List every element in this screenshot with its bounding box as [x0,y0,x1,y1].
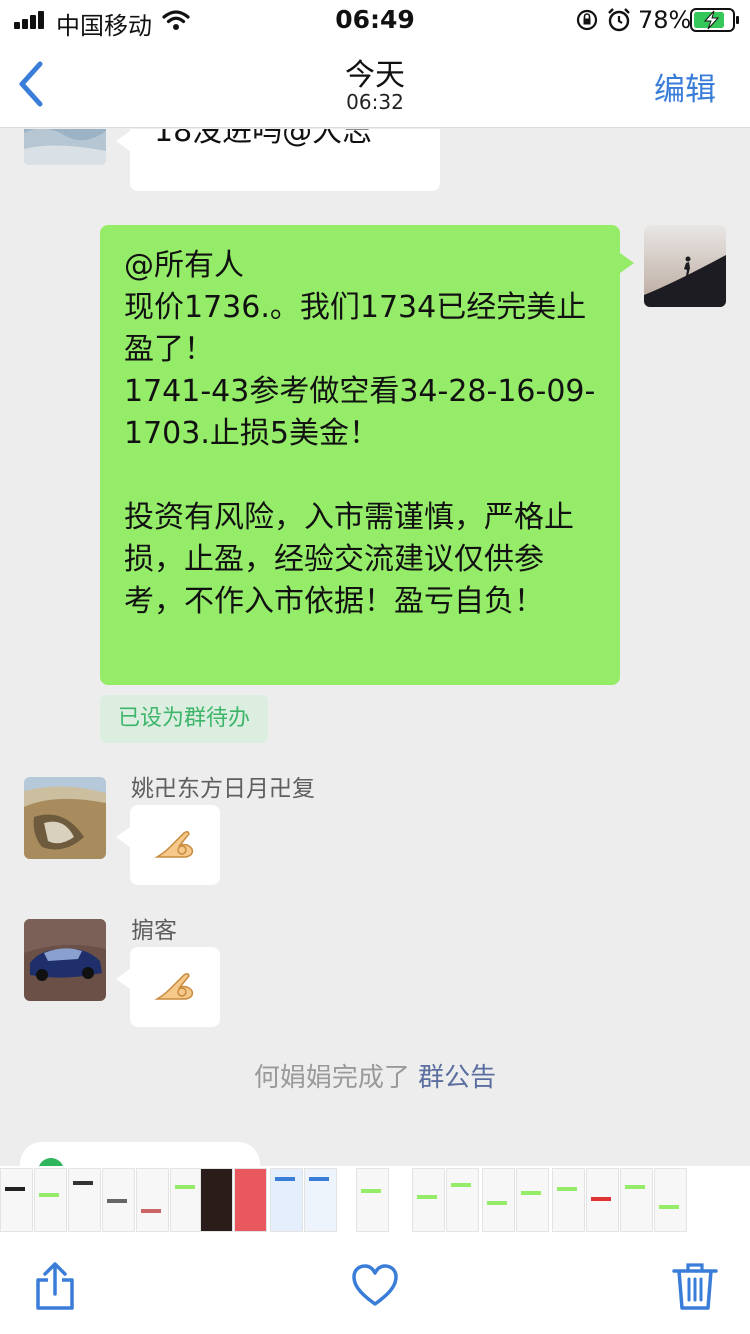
thumbnail[interactable] [516,1168,549,1232]
thumbnail[interactable] [446,1168,479,1232]
message-text: 18没进吗@大志 [154,129,373,149]
thumbnail[interactable] [0,1168,33,1232]
screenshot-filmstrip[interactable] [0,1166,750,1234]
page-title: 今天 [345,58,405,93]
thumbnail[interactable] [620,1168,653,1232]
thumbnail[interactable] [170,1168,203,1232]
system-message-text: 何娟娟完成了 [253,1063,410,1093]
avatar[interactable] [24,129,106,165]
chat-message-list[interactable]: 18没进吗@大志 @所有人 现价1736.。我们1734已经完美止盈了！ 174… [0,129,750,1163]
sender-name: 姚卍东方日月卍复 [131,776,315,802]
battery-percent: 78% [638,6,692,34]
thumbnail[interactable] [552,1168,585,1232]
bottom-toolbar [0,1234,750,1334]
message-bubble[interactable]: 18没进吗@大志 [116,129,440,191]
thumbnail[interactable] [200,1168,233,1232]
thumbnail[interactable] [102,1168,135,1232]
avatar[interactable] [24,777,106,859]
thumbnail[interactable] [654,1168,687,1232]
thumbnail[interactable] [136,1168,169,1232]
page-subtitle: 06:32 [346,90,404,114]
message-text: @所有人 现价1736.。我们1734已经完美止盈了！ 1741-43参考做空看… [124,248,596,619]
message-bubble[interactable]: @所有人 现价1736.。我们1734已经完美止盈了！ 1741-43参考做空看… [100,225,634,685]
thumbnail[interactable] [482,1168,515,1232]
status-bar: 中国移动 06:49 78% [0,0,750,40]
avatar[interactable] [24,919,106,1001]
trash-icon[interactable] [672,1262,718,1310]
thumbnail[interactable] [270,1168,303,1232]
thumbnail[interactable] [234,1168,267,1232]
group-notice-link[interactable]: 群公告 [418,1063,496,1093]
my-avatar[interactable] [644,225,726,307]
nav-bar: 今天 06:32 编辑 [0,40,750,128]
battery-charging-icon [690,8,739,32]
system-message: 何娟娟完成了 群公告 [0,1057,750,1094]
thumbnail[interactable] [356,1168,389,1232]
share-icon[interactable] [32,1262,78,1310]
ok-hand-emoji [154,972,194,1000]
thumbnail[interactable] [304,1168,337,1232]
thumbnail[interactable] [586,1168,619,1232]
thumbnail[interactable] [34,1168,67,1232]
orientation-lock-icon [576,9,598,31]
edit-button[interactable]: 编辑 [654,64,716,109]
thumbnail[interactable] [68,1168,101,1232]
message-bubble[interactable] [116,805,220,885]
group-todo-tag[interactable]: 已设为群待办 [100,695,269,743]
heart-icon[interactable] [352,1262,398,1310]
sender-name: 掮客 [131,918,177,944]
message-bubble[interactable] [116,947,220,1027]
thumbnail[interactable] [412,1168,445,1232]
ok-hand-emoji [154,830,194,858]
alarm-icon [608,8,630,32]
